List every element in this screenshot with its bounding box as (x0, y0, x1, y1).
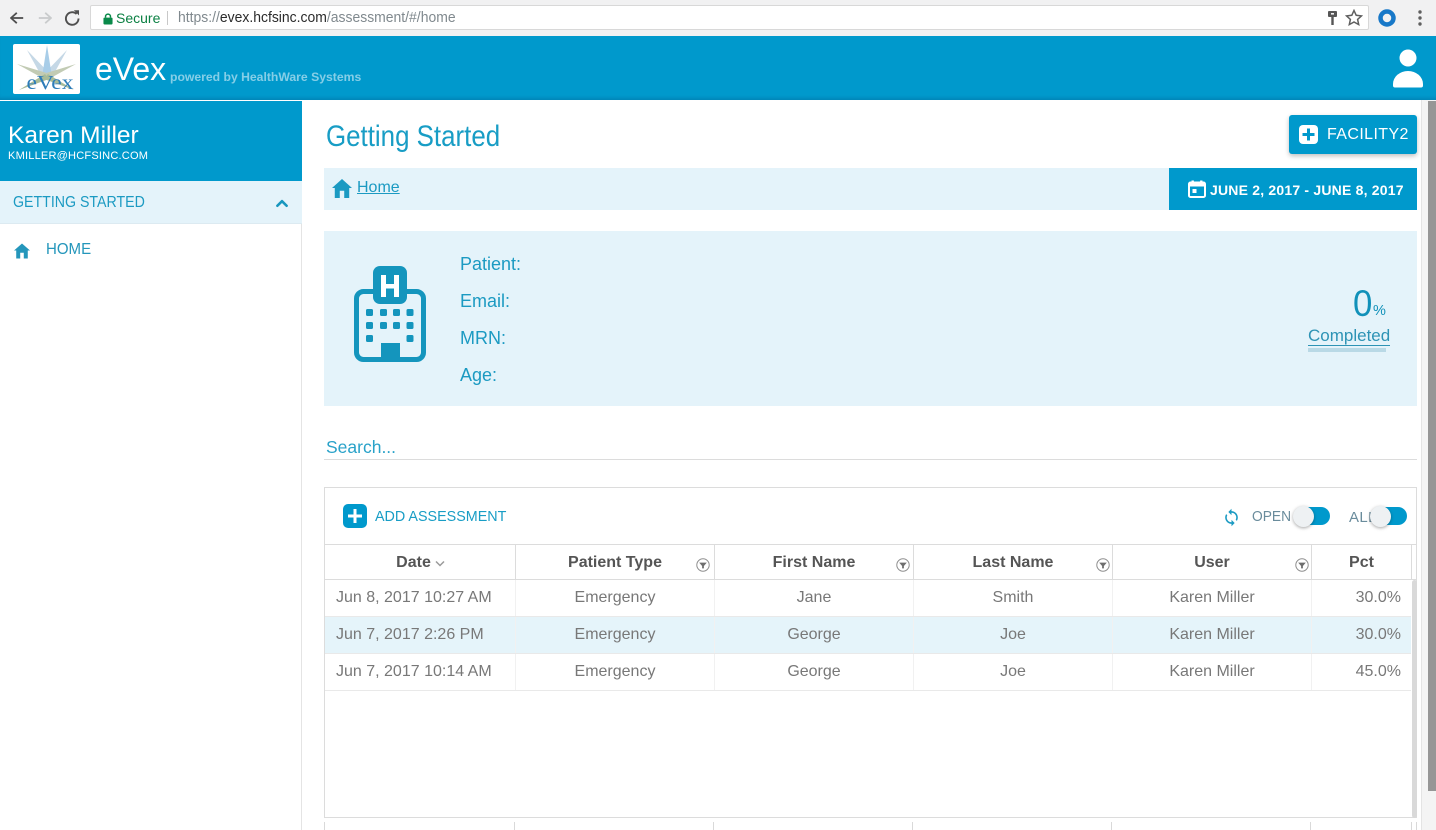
svg-text:eVex: eVex (27, 72, 74, 94)
